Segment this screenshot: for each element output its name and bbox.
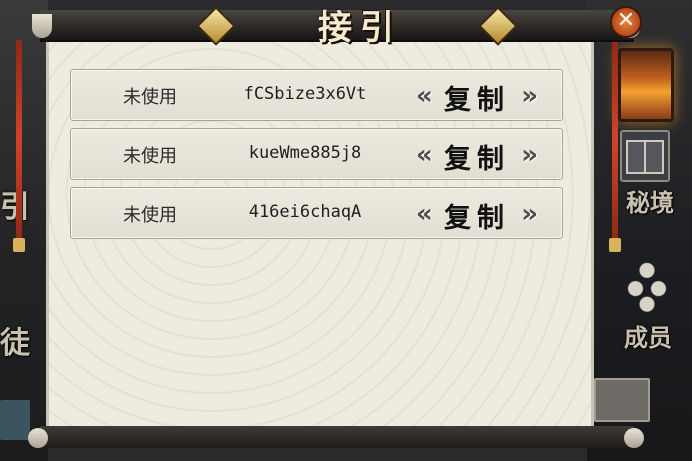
dialog-title: 接引: [318, 8, 402, 48]
tassel-right: [609, 40, 621, 252]
background-left: [0, 0, 48, 461]
code-row: 未使用 fCSbize3x6Vt « 复制 »: [70, 69, 563, 121]
members-label[interactable]: 成员: [624, 318, 672, 353]
code-row: 未使用 kueWme885j8 « 复制 »: [70, 128, 563, 180]
double-chevron-right-icon: »: [521, 81, 538, 111]
copy-button-label: 复制: [444, 85, 510, 116]
scroll-cap-bottom-right: [624, 428, 644, 448]
side-menu-glyph[interactable]: 引: [0, 182, 30, 226]
scroll-cap-bottom-left: [28, 428, 48, 448]
copy-button[interactable]: « 复制 »: [416, 194, 538, 234]
code-status: 未使用: [123, 87, 177, 108]
scroll-footer-rod: [40, 426, 634, 448]
double-chevron-left-icon: «: [416, 199, 433, 229]
scroll-cap-left: [32, 14, 52, 38]
side-menu-glyph[interactable]: 徒: [0, 318, 30, 362]
close-icon: ✕: [616, 8, 636, 33]
diamond-ornament-icon: [478, 6, 518, 46]
copy-button-label: 复制: [444, 203, 510, 234]
copy-button[interactable]: « 复制 »: [416, 76, 538, 116]
code-status: 未使用: [123, 146, 177, 167]
double-chevron-right-icon: »: [521, 140, 538, 170]
double-chevron-right-icon: »: [521, 199, 538, 229]
double-chevron-left-icon: «: [416, 140, 433, 170]
secret-realm-label[interactable]: 秘境: [626, 183, 674, 218]
code-list: 未使用 fCSbize3x6Vt « 复制 » 未使用 kueWme885j8 …: [70, 69, 563, 246]
copy-button-label: 复制: [444, 144, 510, 175]
double-chevron-left-icon: «: [416, 81, 433, 111]
tassel-left: [13, 40, 25, 252]
side-button-right[interactable]: [594, 378, 650, 422]
lantern-icon[interactable]: [618, 48, 674, 122]
copy-button[interactable]: « 复制 »: [416, 135, 538, 175]
cabinet-icon[interactable]: [620, 130, 670, 182]
code-row: 未使用 416ei6chaqA « 复制 »: [70, 187, 563, 239]
code-status: 未使用: [123, 205, 177, 226]
close-button[interactable]: ✕: [610, 6, 642, 38]
code-value: kueWme885j8: [248, 143, 362, 163]
members-icon[interactable]: [624, 260, 670, 312]
scroll-header-rod: 接引: [40, 6, 634, 48]
code-value: fCSbize3x6Vt: [243, 84, 367, 104]
side-button-left[interactable]: [0, 400, 30, 440]
diamond-ornament-icon: [196, 6, 236, 46]
code-value: 416ei6chaqA: [248, 202, 362, 222]
